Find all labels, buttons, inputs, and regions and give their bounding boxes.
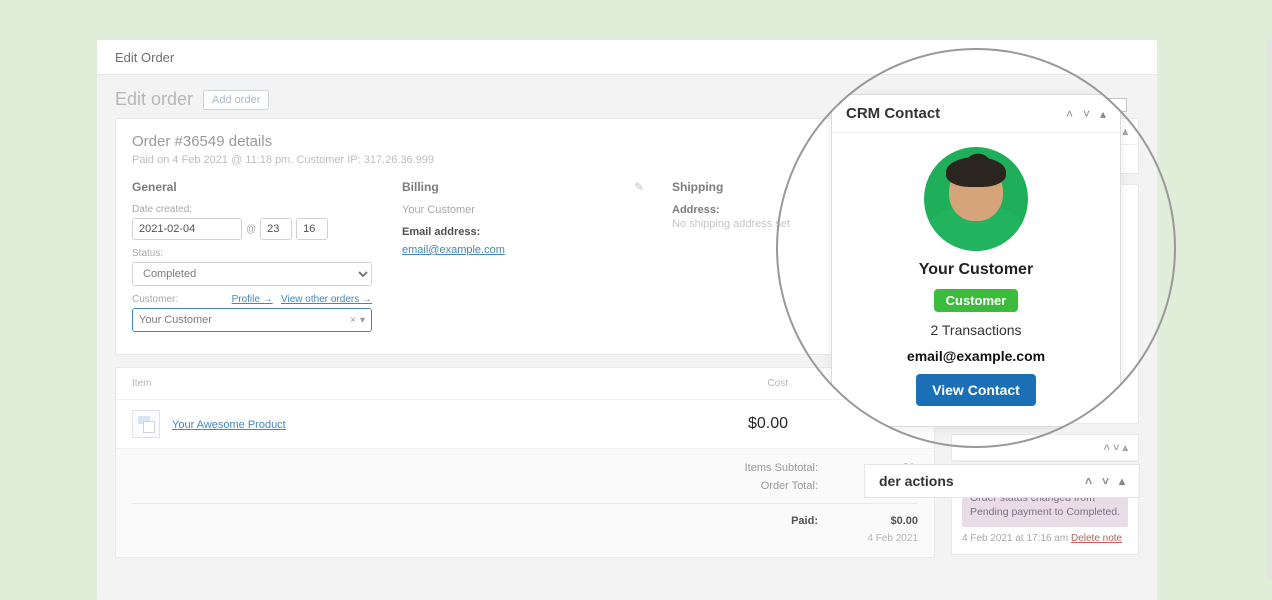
status-label: Status: — [132, 248, 378, 259]
chevron-down-icon[interactable]: ˅ — [1102, 474, 1109, 488]
breadcrumb: Edit Order — [115, 50, 174, 65]
paid-label: Paid: — [718, 515, 818, 527]
crm-panel-title: CRM Contact — [846, 105, 940, 122]
order-actions-header[interactable]: der actions ˄ ˅ ▴ — [864, 464, 1140, 498]
paid-amount: $0.00 — [858, 515, 918, 527]
order-actions-title: der actions — [879, 473, 954, 489]
billing-name: Your Customer — [402, 204, 648, 216]
collapse-icon[interactable]: ▴ — [1119, 474, 1125, 488]
clear-icon[interactable]: × — [350, 315, 356, 326]
crm-customer-name: Your Customer — [919, 261, 1033, 279]
collapse-icon[interactable]: ▴ — [1100, 107, 1106, 121]
note-timestamp: 4 Feb 2021 at 17:16 am — [962, 533, 1068, 544]
crm-contact-panel: CRM Contact ˄ ˅ ▴ Your Customer Customer… — [831, 94, 1121, 427]
product-thumbnail[interactable] — [132, 410, 160, 438]
items-subtotal-label: Items Subtotal: — [718, 462, 818, 474]
profile-link[interactable]: Profile → — [232, 294, 273, 305]
section-billing: ✎ Billing Your Customer Email address: e… — [402, 180, 648, 332]
page-title: Edit order — [115, 89, 193, 110]
customer-select[interactable]: Your Customer × ▾ — [132, 308, 372, 332]
view-contact-button[interactable]: View Contact — [916, 374, 1036, 406]
table-row: Your Awesome Product $0.00 — [116, 400, 934, 449]
product-link[interactable]: Your Awesome Product — [172, 419, 286, 431]
billing-email-link[interactable]: email@example.com — [402, 244, 505, 256]
crm-email: email@example.com — [907, 348, 1045, 364]
date-created-label: Date created: — [132, 204, 378, 215]
edit-billing-icon[interactable]: ✎ — [634, 180, 644, 194]
col-item: Item — [132, 378, 718, 389]
chevron-up-icon[interactable]: ˄ — [1085, 474, 1092, 488]
minute-input[interactable] — [296, 218, 328, 240]
customer-label: Customer: — [132, 294, 178, 305]
col-cost: Cost — [718, 378, 788, 389]
order-total-label: Order Total: — [718, 480, 818, 492]
add-order-button[interactable]: Add order — [203, 90, 269, 110]
order-title: Order #36549 details — [132, 133, 918, 150]
billing-email-label: Email address: — [402, 226, 648, 238]
avatar — [924, 147, 1028, 251]
customer-select-value: Your Customer — [139, 314, 212, 326]
general-heading: General — [132, 180, 378, 194]
order-items-panel: Item Cost Qty Total Your Awesome Product… — [115, 367, 935, 558]
date-input[interactable] — [132, 218, 242, 240]
chevron-down-icon[interactable]: ˅ — [1083, 107, 1090, 121]
hour-input[interactable] — [260, 218, 292, 240]
delete-note-link[interactable]: Delete note — [1071, 533, 1122, 544]
section-general: General Date created: @ Status: Complete… — [132, 180, 378, 332]
status-badge: Customer — [934, 289, 1019, 312]
chevron-down-icon[interactable]: ▾ — [360, 315, 365, 326]
row-cost: $0.00 — [718, 415, 788, 433]
chevron-up-icon[interactable]: ˄ — [1066, 107, 1073, 121]
billing-heading: Billing — [402, 180, 648, 194]
scrollbar[interactable] — [1267, 40, 1272, 580]
crm-transactions: 2 Transactions — [930, 322, 1021, 338]
view-other-orders-link[interactable]: View other orders → — [281, 294, 372, 305]
status-select[interactable]: Completed — [132, 262, 372, 286]
at-symbol: @ — [246, 224, 256, 235]
paid-date: 4 Feb 2021 — [858, 533, 918, 544]
